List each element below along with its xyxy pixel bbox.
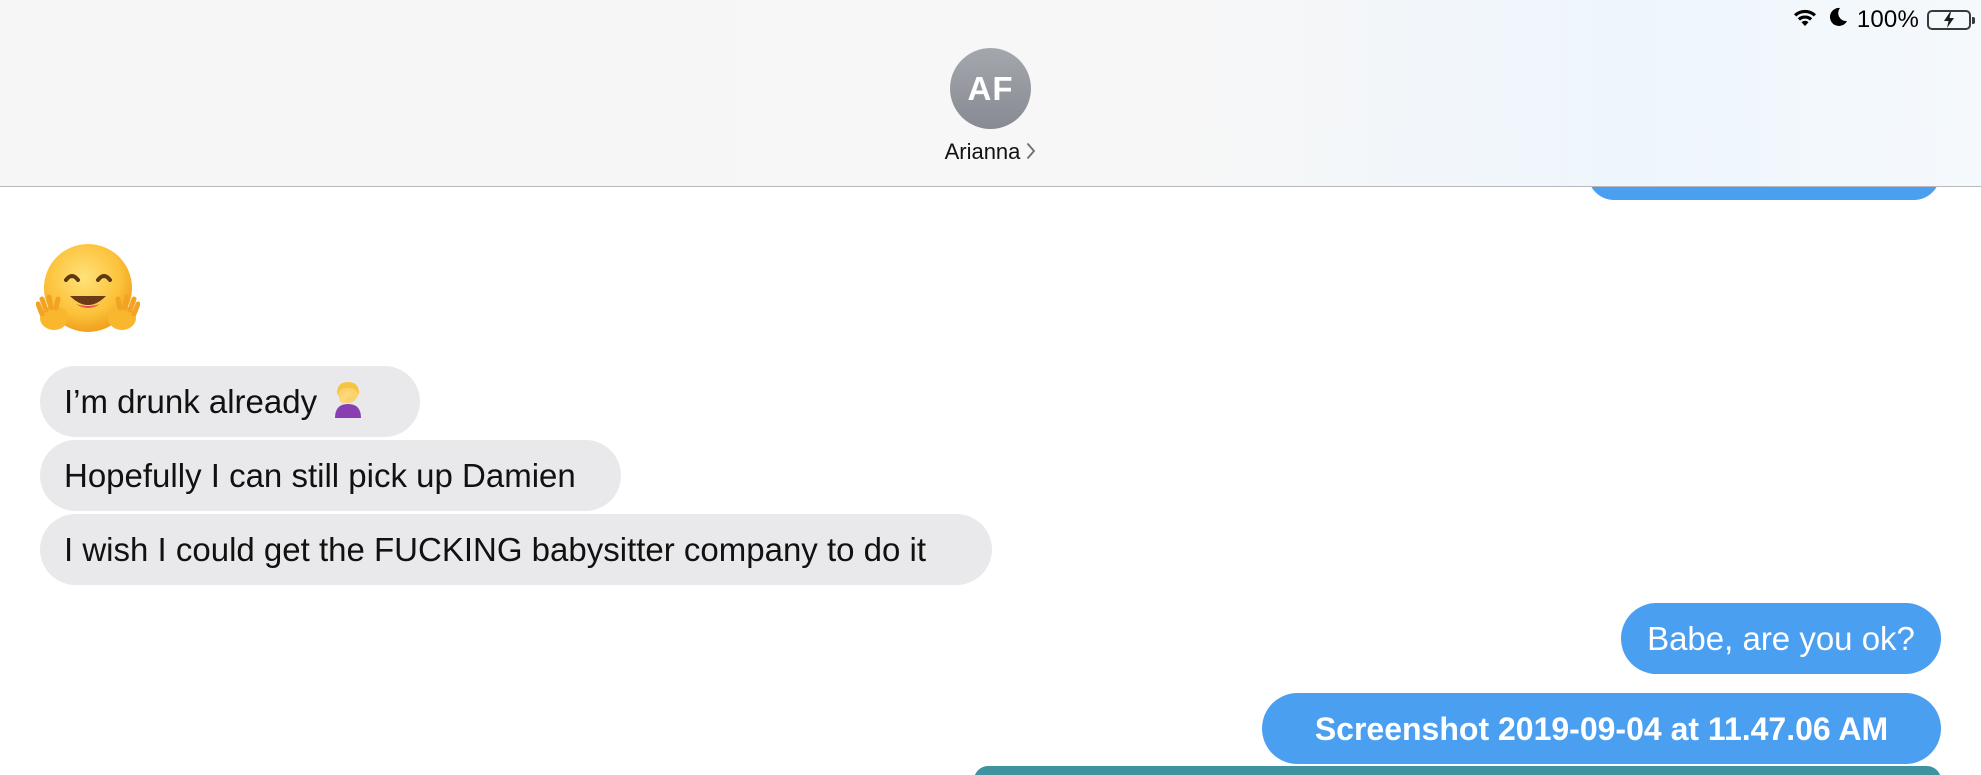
message-text: I wish I could get the FUCKING babysitte… (64, 531, 927, 568)
message-text: I’m drunk already (64, 383, 318, 420)
received-message-bubble[interactable]: I wish I could get the FUCKING babysitte… (30, 514, 992, 585)
conversation-header: 100% AF Arianna (0, 0, 1981, 187)
battery-charging-icon (1927, 10, 1975, 30)
contact-name-button[interactable]: Arianna (0, 138, 1981, 166)
received-message-bubble[interactable]: I’m drunk already (40, 366, 420, 437)
received-message-bubble[interactable]: Hopefully I can still pick up Damien (40, 440, 621, 511)
wifi-icon (1791, 6, 1819, 35)
contact-name: Arianna (944, 139, 1021, 164)
moon-icon (1827, 6, 1849, 35)
sent-message-bubble[interactable]: Babe, are you ok? (1621, 603, 1951, 674)
battery-percent: 100% (1856, 6, 1919, 33)
avatar[interactable]: AF (950, 48, 1031, 129)
attachment-preview[interactable] (974, 766, 1941, 775)
attachment-filename: Screenshot 2019-09-04 at 11.47.06 AM (1314, 710, 1889, 747)
chevron-right-icon (1026, 140, 1036, 166)
message-text: Hopefully I can still pick up Damien (64, 457, 576, 494)
message-text: Babe, are you ok? (1647, 620, 1915, 657)
messages-screen: 100% AF Arianna I’m drunk already Hopefu… (0, 0, 1981, 775)
woman-facepalming-emoji (327, 378, 369, 425)
status-bar: 100% (1791, 6, 1975, 35)
attachment-bubble[interactable]: Screenshot 2019-09-04 at 11.47.06 AM (1262, 693, 1941, 764)
hugging-face-emoji[interactable] (35, 242, 141, 338)
